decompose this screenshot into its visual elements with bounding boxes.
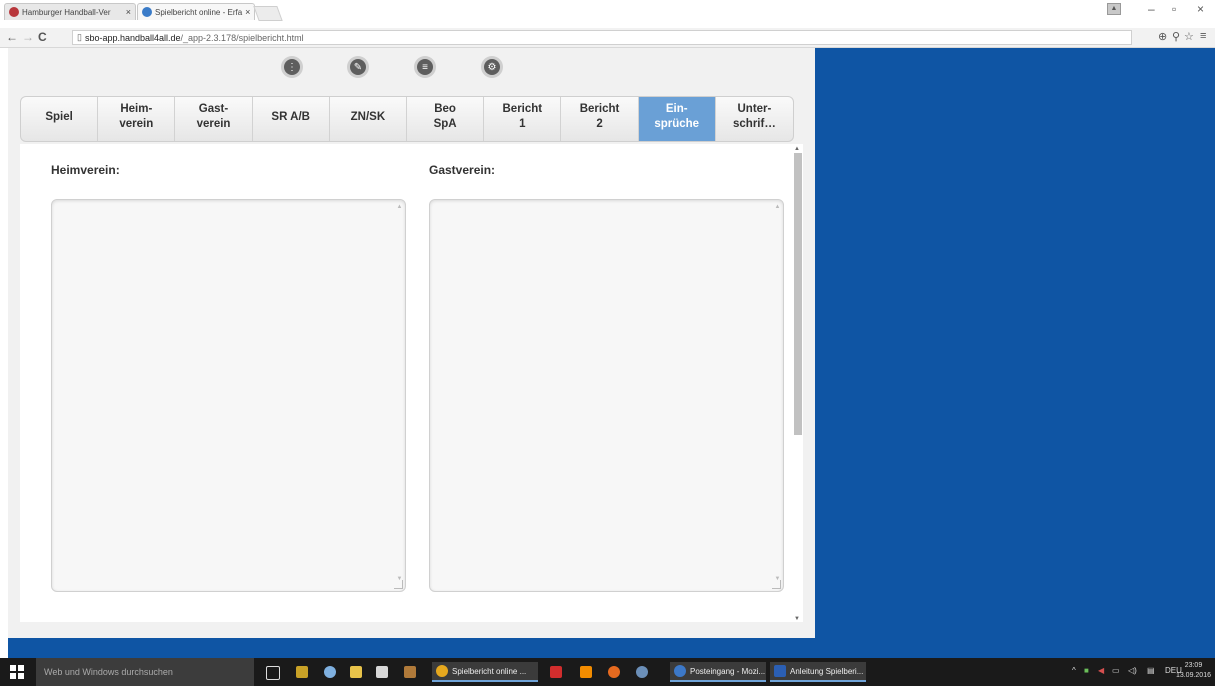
firefox-icon[interactable] (608, 666, 620, 678)
page-icon: ▯ (77, 32, 82, 42)
handball-icon (142, 7, 152, 17)
tab-bericht-1[interactable]: Bericht 1 (484, 97, 562, 141)
zoom-icon[interactable]: ⊕ (1158, 30, 1167, 43)
app-icon[interactable] (296, 666, 308, 678)
forward-button[interactable]: → (22, 30, 34, 44)
browser-tab-title: Hamburger Handball-Ver (22, 7, 111, 17)
tab-gastverein[interactable]: Gast- verein (175, 97, 253, 141)
back-button[interactable]: ← (6, 30, 18, 44)
settings-button[interactable]: ⚙ (481, 56, 503, 78)
browser-tab-hamburger[interactable]: Hamburger Handball-Ver × (4, 3, 136, 20)
restore-button[interactable]: ▫ (1172, 2, 1176, 16)
close-icon[interactable]: × (123, 7, 131, 17)
gastverein-textarea[interactable]: ▲ ▼ (429, 199, 784, 592)
list-icon: ≡ (417, 59, 433, 75)
tab-unterschriften[interactable]: Unter- schrif… (716, 97, 793, 141)
windows-start-button[interactable] (10, 665, 24, 679)
pencil-icon: ✎ (350, 59, 366, 75)
grid-menu-button[interactable]: ⋮ (281, 56, 303, 78)
taskbar-app-chrome[interactable]: Spielbericht online ... (432, 662, 538, 682)
gastverein-label: Gastverein: (429, 163, 496, 177)
textarea-scrollbar[interactable]: ▲ ▼ (396, 204, 403, 582)
close-window-button[interactable]: × (1197, 2, 1204, 16)
url-host: sbo-app.handball4all.de (84, 32, 181, 43)
blue-footer (8, 638, 815, 658)
scroll-down-icon[interactable]: ▼ (794, 616, 800, 622)
reload-button[interactable]: C (38, 30, 47, 44)
resize-handle[interactable] (394, 580, 403, 589)
url-path: /_app-2.3.178/spielbericht.html (180, 32, 304, 43)
task-view-icon[interactable] (266, 666, 280, 680)
menu-icon[interactable]: ≡ (1200, 30, 1206, 42)
grid-icon: ⋮ (284, 59, 300, 75)
browser-tabstrip: Hamburger Handball-Ver × Spielbericht on… (0, 0, 1215, 21)
browser-tab-title: Spielbericht online - Erfa (155, 7, 243, 17)
browser-tab-spielbericht[interactable]: Spielbericht online - Erfa × (137, 3, 255, 20)
app-icon[interactable] (404, 666, 416, 678)
notification-icon[interactable]: ▤ (1147, 666, 1155, 675)
volume-icon[interactable]: ◁) (1128, 666, 1137, 675)
new-tab-button[interactable] (253, 6, 283, 21)
heimverein-textarea[interactable]: ▲ ▼ (51, 199, 406, 592)
tray-chevron-icon[interactable]: ^ (1072, 666, 1076, 675)
people-icon[interactable] (324, 666, 336, 678)
windows-taskbar: Web und Windows durchsuchen Spielbericht… (0, 658, 1215, 686)
edit-button[interactable]: ✎ (347, 56, 369, 78)
address-bar: ← → C ▯ sbo-app.handball4all.de /_app-2.… (0, 28, 1215, 48)
report-tabbar: Spiel Heim- verein Gast- verein SR A/B Z… (20, 96, 794, 142)
network-icon[interactable]: ▭ (1112, 666, 1120, 675)
thunderbird-icon (674, 665, 686, 677)
close-icon[interactable]: × (242, 7, 250, 17)
tab-bericht-2[interactable]: Bericht 2 (561, 97, 639, 141)
url-field[interactable]: ▯ sbo-app.handball4all.de /_app-2.3.178/… (72, 30, 1132, 45)
minimize-button[interactable]: – (1148, 2, 1155, 16)
tray-app-icon[interactable]: ■ (1084, 666, 1089, 675)
scrollbar-thumb[interactable] (794, 153, 802, 435)
extension-icon[interactable]: ⚲ (1172, 30, 1180, 43)
folder-icon[interactable] (350, 666, 362, 678)
vlc-icon[interactable] (580, 666, 592, 678)
tab-sr-ab[interactable]: SR A/B (253, 97, 330, 141)
einsprueche-panel: Heimverein: Gastverein: ▲ ▼ ▲ ▼ (20, 144, 803, 622)
list-button[interactable]: ≡ (414, 56, 436, 78)
tab-zn-sk[interactable]: ZN/SK (330, 97, 408, 141)
tab-beo-spa[interactable]: Beo SpA (407, 97, 485, 141)
taskbar-clock[interactable]: 23:09 13.09.2016 (1176, 661, 1211, 681)
tab-spiel[interactable]: Spiel (21, 97, 99, 141)
acrobat-icon[interactable] (550, 666, 562, 678)
resize-handle[interactable] (772, 580, 781, 589)
tab-heimverein[interactable]: Heim- verein (98, 97, 176, 141)
taskbar-app-word[interactable]: Anleitung Spielberi... (770, 662, 866, 682)
scroll-up-icon[interactable]: ▲ (794, 146, 800, 152)
store-icon[interactable] (376, 666, 388, 678)
taskbar-search[interactable]: Web und Windows durchsuchen (36, 658, 254, 686)
profile-icon[interactable]: ▲ (1107, 3, 1121, 15)
textarea-scrollbar[interactable]: ▲ ▼ (774, 204, 781, 582)
app-icon[interactable] (636, 666, 648, 678)
shield-icon (9, 7, 19, 17)
word-icon (774, 665, 786, 677)
chrome-icon (436, 665, 448, 677)
star-icon[interactable]: ☆ (1184, 30, 1194, 43)
page-scrollbar[interactable]: ▲ ▼ (791, 146, 805, 622)
heimverein-label: Heimverein: (51, 163, 120, 177)
gear-icon: ⚙ (484, 59, 500, 75)
tab-einsprueche[interactable]: Ein- sprüche (638, 97, 716, 141)
tray-app-icon[interactable]: ◀ (1098, 666, 1104, 675)
blue-background (815, 48, 1215, 658)
taskbar-app-thunderbird[interactable]: Posteingang - Mozi... (670, 662, 766, 682)
